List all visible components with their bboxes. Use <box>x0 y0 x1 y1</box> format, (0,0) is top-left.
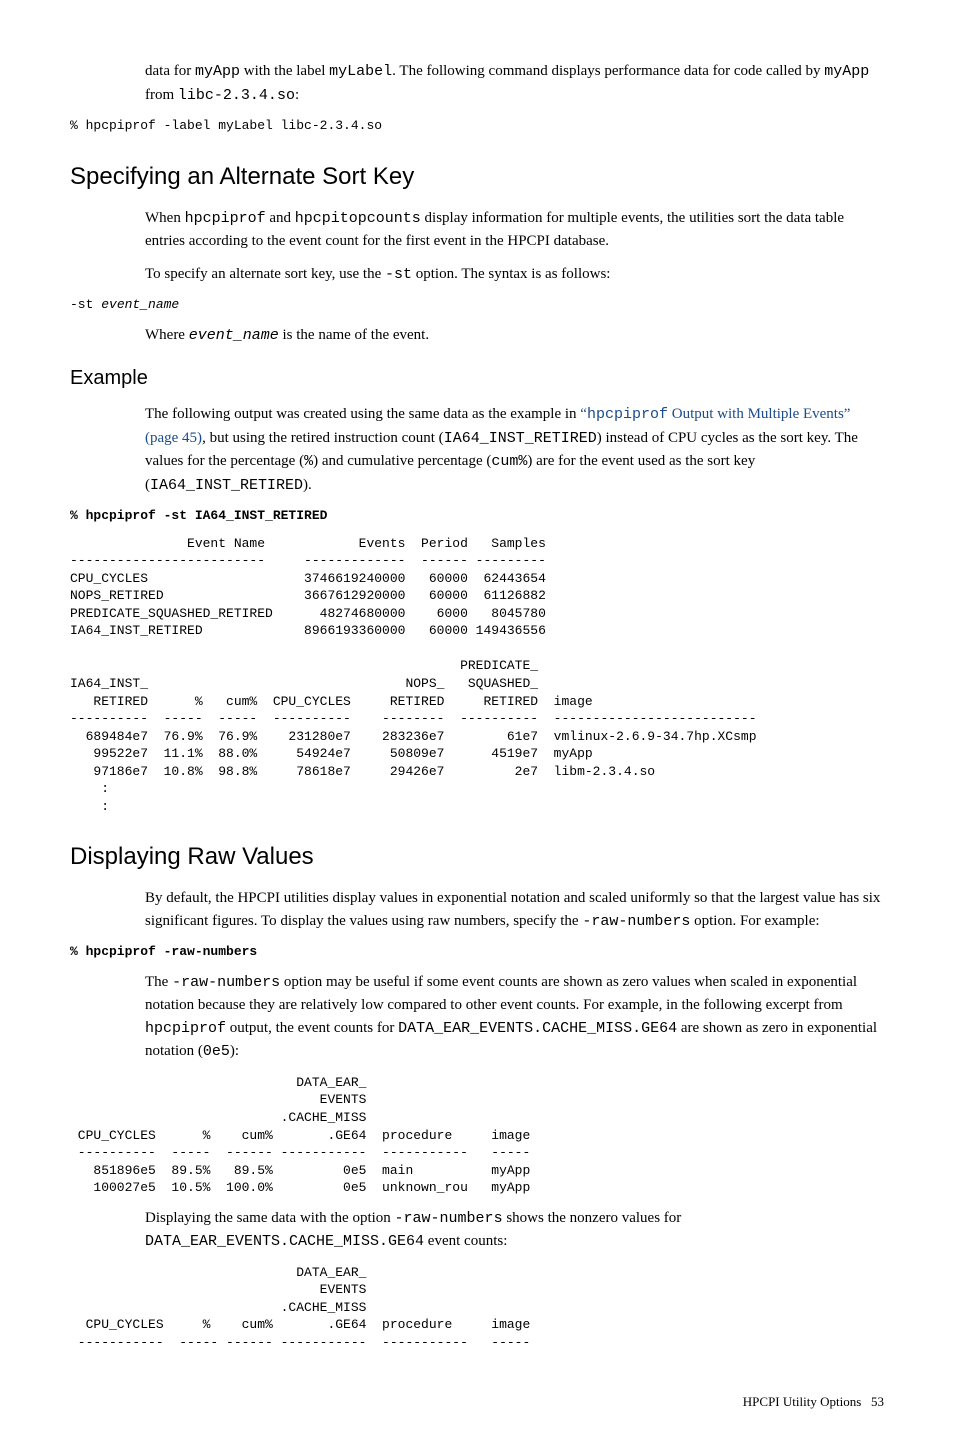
raw-para-1: By default, the HPCPI utilities display … <box>145 887 884 933</box>
example-heading: Example <box>70 363 884 393</box>
sortkey-syntax: -st event_name <box>70 296 884 314</box>
page-number: 53 <box>871 1394 884 1409</box>
text: The following output was created using t… <box>145 406 580 422</box>
text: from <box>145 87 178 103</box>
text: . The following command displays perform… <box>392 63 824 79</box>
text: The <box>145 974 172 990</box>
sortkey-para-3: Where event_name is the name of the even… <box>145 324 884 348</box>
text: ) and cumulative percentage ( <box>313 453 491 469</box>
code-text: -raw-numbers <box>582 913 690 930</box>
raw-output-1: DATA_EAR_ EVENTS .CACHE_MISS CPU_CYCLES … <box>70 1074 884 1197</box>
code-text: IA64_INST_RETIRED <box>150 477 303 494</box>
text: event counts: <box>424 1233 507 1249</box>
intro-code: % hpcpiprof -label myLabel libc-2.3.4.so <box>70 117 884 135</box>
sortkey-heading: Specifying an Alternate Sort Key <box>70 159 884 195</box>
raw-para-2: The -raw-numbers option may be useful if… <box>145 971 884 1064</box>
text: ). <box>303 477 312 493</box>
text: and <box>266 210 295 226</box>
text: data for <box>145 63 195 79</box>
code-text: -raw-numbers <box>395 1210 503 1227</box>
code-text: cum% <box>491 453 527 470</box>
code-text: % <box>304 453 313 470</box>
sortkey-para-2: To specify an alternate sort key, use th… <box>145 263 884 287</box>
text: option. For example: <box>690 913 819 929</box>
footer-label: HPCPI Utility Options <box>743 1394 861 1409</box>
code-text: myApp <box>195 63 240 80</box>
text: Displaying the same data with the option <box>145 1210 395 1226</box>
code-text: IA64_INST_RETIRED <box>444 430 597 447</box>
text: “ <box>580 406 587 422</box>
raw-heading: Displaying Raw Values <box>70 839 884 875</box>
code-text: myLabel <box>329 63 392 80</box>
text: option. The syntax is as follows: <box>412 266 610 282</box>
code-text: hpcpiprof <box>587 406 668 423</box>
code-text: DATA_EAR_EVENTS.CACHE_MISS.GE64 <box>145 1233 424 1250</box>
code-text: myApp <box>824 63 869 80</box>
text: is the name of the event. <box>279 327 429 343</box>
intro-paragraph: data for myApp with the label myLabel. T… <box>145 60 884 107</box>
code-text: -raw-numbers <box>172 974 280 991</box>
code-text: hpcpiprof <box>145 1020 226 1037</box>
text: , but using the retired instruction coun… <box>202 430 444 446</box>
raw-para-3: Displaying the same data with the option… <box>145 1207 884 1254</box>
code-text: -st <box>70 297 101 312</box>
code-text: libc-2.3.4.so <box>178 87 295 104</box>
code-arg: event_name <box>101 297 179 312</box>
sortkey-para-1: When hpcpiprof and hpcpitopcounts displa… <box>145 207 884 253</box>
text: When <box>145 210 185 226</box>
example-command: % hpcpiprof -st IA64_INST_RETIRED <box>70 507 884 525</box>
raw-output-2: DATA_EAR_ EVENTS .CACHE_MISS CPU_CYCLES … <box>70 1264 884 1352</box>
code-text: -st <box>385 266 412 283</box>
code-text: hpcpiprof <box>185 210 266 227</box>
text: To specify an alternate sort key, use th… <box>145 266 385 282</box>
code-arg: event_name <box>189 327 279 344</box>
code-text: 0e5 <box>203 1043 230 1060</box>
code-text: DATA_EAR_EVENTS.CACHE_MISS.GE64 <box>398 1020 677 1037</box>
page-footer: HPCPI Utility Options 53 <box>70 1392 884 1412</box>
code-text: hpcpitopcounts <box>295 210 421 227</box>
text: output, the event counts for <box>226 1020 398 1036</box>
text: : <box>295 87 299 103</box>
text: with the label <box>240 63 329 79</box>
example-output: Event Name Events Period Samples -------… <box>70 535 884 816</box>
text: Where <box>145 327 189 343</box>
example-para-1: The following output was created using t… <box>145 403 884 497</box>
raw-command: % hpcpiprof -raw-numbers <box>70 943 884 961</box>
text: shows the nonzero values for <box>503 1210 682 1226</box>
text: ): <box>230 1043 239 1059</box>
